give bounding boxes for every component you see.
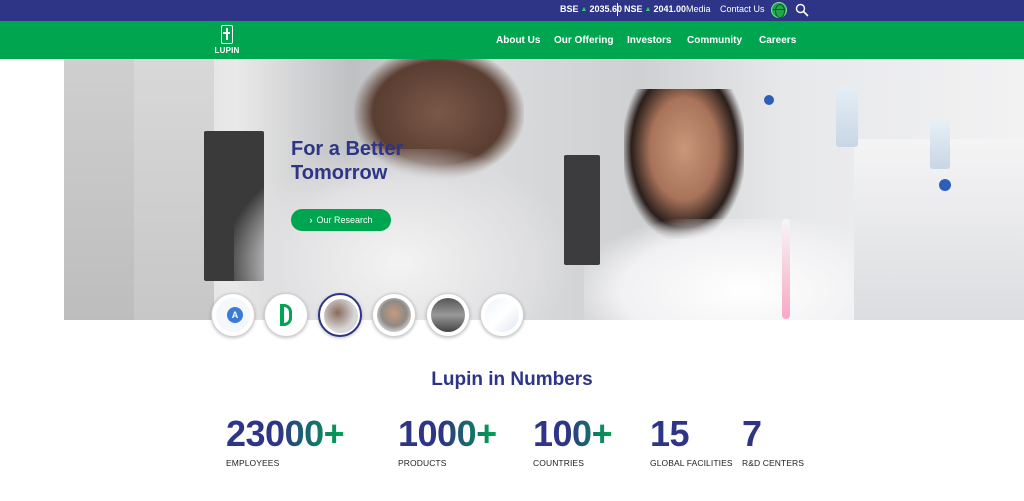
stat-rd-centers: 7 R&D CENTERS — [742, 414, 805, 469]
hero-photo-bottle-cap — [939, 179, 951, 191]
slide-thumbnail-2[interactable] — [264, 293, 308, 337]
bse-label: BSE — [560, 4, 579, 14]
stat-global-facilities: 15 GLOBAL FACILITIES — [650, 414, 733, 469]
main-navigation: LUPIN About Us Our Offering Investors Co… — [0, 21, 1024, 59]
nav-item-our-offering[interactable]: Our Offering — [554, 35, 613, 46]
search-icon[interactable] — [795, 3, 809, 17]
stat-label: EMPLOYEES — [226, 458, 280, 468]
stat-label: PRODUCTS — [398, 458, 447, 468]
slide-thumbnail-6[interactable] — [480, 293, 524, 337]
stat-products: 1000+ PRODUCTS — [398, 413, 497, 469]
hero-banner: For a Better Tomorrow › Our Research — [64, 59, 1024, 320]
our-research-button[interactable]: › Our Research — [291, 209, 391, 231]
hero-photo-test-tube — [782, 219, 790, 319]
globe-icon[interactable] — [771, 2, 787, 18]
nav-item-careers[interactable]: Careers — [759, 35, 796, 46]
stat-value: 100+ — [533, 413, 613, 454]
hero-title-line-1: For a Better — [291, 138, 404, 160]
stat-value: 15 — [650, 414, 733, 454]
hero-photo-instrument — [64, 59, 134, 320]
stat-countries: 100+ COUNTRIES — [533, 413, 613, 469]
nse-value: 2041.00 — [653, 4, 686, 14]
media-link[interactable]: Media — [686, 4, 711, 14]
slide-thumbnail-5[interactable] — [426, 293, 470, 337]
hero-photo-bottle — [930, 119, 950, 169]
top-utility-bar: BSE ▲ 2035.60 NSE ▲ 2041.00 Media Contact Us — [0, 0, 1024, 21]
a-plus-badge-icon: A — [227, 307, 243, 323]
nse-ticker[interactable]: NSE ▲ 2041.00 — [624, 4, 686, 14]
ticker-divider — [617, 3, 618, 16]
slide-thumbnail-3[interactable] — [318, 293, 362, 337]
stat-label: COUNTRIES — [533, 458, 584, 468]
logo-text: LUPIN — [214, 46, 240, 55]
up-arrow-icon: ▲ — [644, 6, 652, 13]
our-research-label: Our Research — [316, 215, 373, 225]
stat-label: GLOBAL FACILITIES — [650, 458, 733, 468]
hero-photo-instrument-panel — [564, 155, 600, 265]
numbers-section-title: Lupin in Numbers — [431, 369, 593, 390]
hero-title: For a Better Tomorrow — [291, 137, 403, 185]
hero-title-line-2: Tomorrow — [291, 162, 388, 184]
slide-thumbnail-4[interactable] — [372, 293, 416, 337]
bse-ticker[interactable]: BSE ▲ 2035.60 — [560, 4, 622, 14]
chevron-right-icon: › — [309, 215, 313, 225]
hero-photo-scientist — [624, 89, 744, 239]
hero-photo-instrument — [134, 59, 214, 320]
b-logo-icon — [280, 304, 292, 326]
stat-value: 23000+ — [226, 413, 345, 454]
logo-mark-icon — [221, 25, 233, 44]
up-arrow-icon: ▲ — [580, 6, 588, 13]
hero-photo-bottle-cap — [764, 95, 774, 105]
contact-us-link[interactable]: Contact Us — [720, 4, 765, 14]
stat-value: 1000+ — [398, 413, 497, 454]
nav-item-investors[interactable]: Investors — [627, 35, 671, 46]
stat-label: R&D CENTERS — [742, 458, 805, 468]
stat-value: 7 — [742, 414, 804, 454]
nav-item-community[interactable]: Community — [687, 35, 742, 46]
nav-item-about-us[interactable]: About Us — [496, 35, 540, 46]
lupin-logo[interactable]: LUPIN — [213, 25, 241, 57]
nse-label: NSE — [624, 4, 643, 14]
stat-employees: 23000+ EMPLOYEES — [226, 413, 345, 469]
slide-thumbnail-1[interactable]: A — [211, 293, 255, 337]
hero-photo-bottle — [836, 87, 858, 147]
